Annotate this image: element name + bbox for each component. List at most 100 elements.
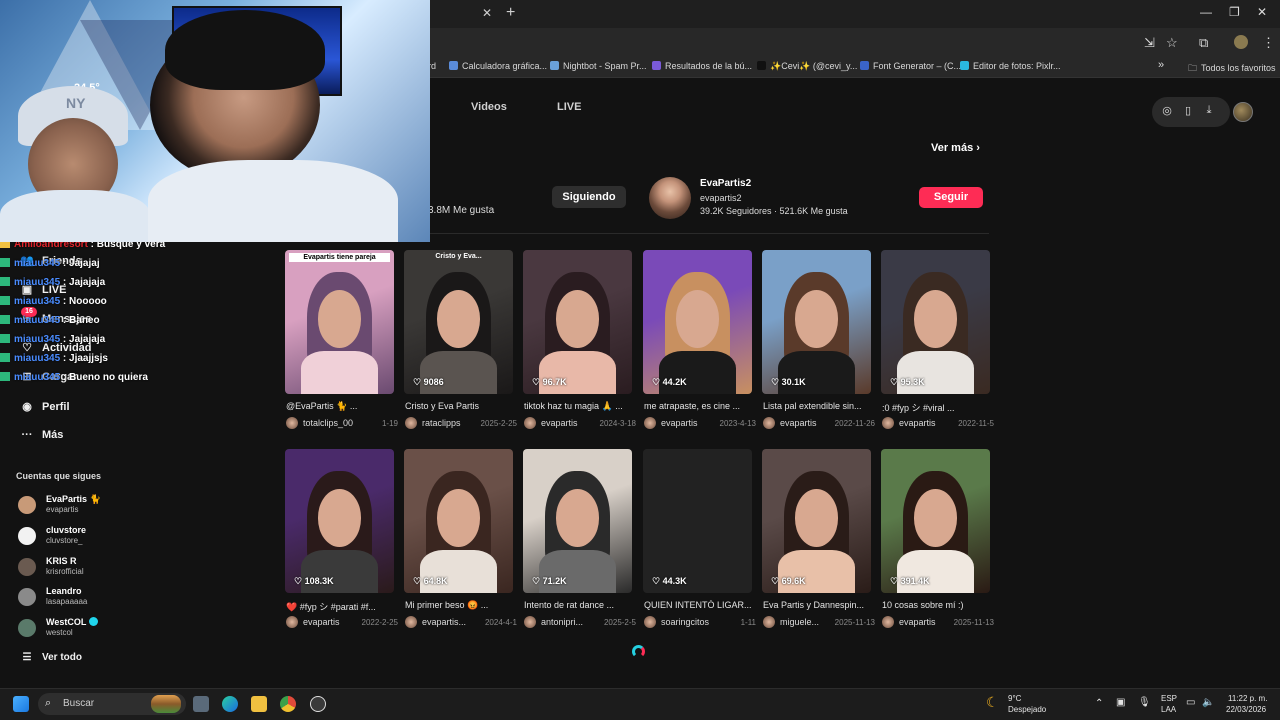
author-avatar[interactable] xyxy=(405,616,417,628)
video-title[interactable]: @EvaPartis 🐈 ... xyxy=(286,401,394,412)
bookmark-item[interactable]: Resultados de la bú... xyxy=(652,61,752,71)
video-title[interactable]: Intento de rat dance ... xyxy=(524,600,632,610)
following-account[interactable]: WestCOL westcol xyxy=(18,617,258,643)
ver-todo-link[interactable]: ☰ Ver todo xyxy=(18,652,83,663)
author-avatar[interactable] xyxy=(882,616,894,628)
chrome-icon[interactable] xyxy=(280,696,296,712)
file-explorer-icon[interactable] xyxy=(251,696,267,712)
all-favorites-button[interactable]: 🗀 Todos los favoritos xyxy=(1188,61,1276,77)
video-title[interactable]: Lista pal extendible sin... xyxy=(763,401,871,411)
tab-close-icon[interactable]: ✕ xyxy=(482,6,492,20)
minimize-icon[interactable]: — xyxy=(1200,5,1212,19)
cast-icon[interactable]: ⇲ xyxy=(1144,35,1155,51)
author-avatar[interactable] xyxy=(644,417,656,429)
sidebar-item-ms[interactable]: ··· Más xyxy=(18,429,64,441)
follow-button[interactable]: Seguir xyxy=(919,187,983,208)
edge-icon[interactable] xyxy=(222,696,238,712)
video-thumbnail[interactable]: ♡ 95.3K xyxy=(881,250,990,394)
video-thumbnail[interactable]: Evapartis tiene pareja xyxy=(285,250,394,394)
video-author[interactable]: evapartis... xyxy=(422,617,466,627)
device-icon[interactable]: ▯ xyxy=(1180,104,1196,120)
video-thumbnail[interactable]: ♡ 64.8K xyxy=(404,449,513,593)
video-title[interactable]: Mi primer beso 😡 ... xyxy=(405,600,513,611)
bookmark-item[interactable]: Nightbot - Spam Pr... xyxy=(550,61,647,71)
video-title[interactable]: ❤️ #fyp シ #parati #f... xyxy=(286,600,394,613)
video-author[interactable]: evapartis xyxy=(899,617,936,627)
task-view-icon[interactable] xyxy=(193,696,209,712)
video-title[interactable]: tiktok haz tu magia 🙏 ... xyxy=(524,401,632,412)
video-author[interactable]: evapartis xyxy=(780,418,817,428)
bookmark-item[interactable]: Font Generator – (C... xyxy=(860,61,961,71)
following-account[interactable]: cluvstore cluvstore_ xyxy=(18,525,258,551)
author-avatar[interactable] xyxy=(405,417,417,429)
following-account[interactable]: KRIS Rkrisrofficial xyxy=(18,556,258,582)
profile-avatar-icon[interactable] xyxy=(1234,35,1248,49)
suggested-name[interactable]: EvaPartis2 xyxy=(700,178,751,189)
bookmark-item[interactable]: Editor de fotos: Pixlr... xyxy=(960,61,1061,71)
weather-temp[interactable]: 9°C xyxy=(1008,694,1021,703)
video-thumbnail[interactable]: ♡ 71.2K xyxy=(523,449,632,593)
compass-icon[interactable]: ◎ xyxy=(1159,104,1175,120)
windows-start-icon[interactable] xyxy=(13,696,29,712)
tray-app-icon[interactable]: ▣ xyxy=(1116,697,1125,708)
video-thumbnail[interactable]: ♡ 69.6K xyxy=(762,449,871,593)
sidebar-item-perfil[interactable]: ◉ Perfil xyxy=(18,400,69,413)
chevron-up-icon[interactable]: ⌃ xyxy=(1095,698,1103,709)
following-button[interactable]: Siguiendo xyxy=(552,186,626,208)
video-author[interactable]: soaringcitos xyxy=(661,617,709,627)
tab-live[interactable]: LIVE xyxy=(557,101,581,113)
video-thumbnail[interactable]: ♡ 108.3K xyxy=(285,449,394,593)
bookmarks-overflow-icon[interactable]: » xyxy=(1158,59,1164,71)
window-close-icon[interactable]: ✕ xyxy=(1257,5,1267,19)
search-highlight-icon[interactable] xyxy=(151,695,181,713)
new-tab-icon[interactable]: + xyxy=(506,4,515,22)
video-author[interactable]: miguele... xyxy=(780,617,819,627)
author-avatar[interactable] xyxy=(524,616,536,628)
video-thumbnail[interactable]: Cristo y Eva... ♡ 9086 xyxy=(404,250,513,394)
video-author[interactable]: evapartis xyxy=(661,418,698,428)
suggested-avatar[interactable] xyxy=(649,177,691,219)
video-author[interactable]: evapartis xyxy=(899,418,936,428)
microphone-icon[interactable]: 🎙 xyxy=(1138,697,1151,708)
video-title[interactable]: QUIEN INTENTÓ LIGAR... xyxy=(644,600,752,610)
extensions-icon[interactable]: ⧉ xyxy=(1199,35,1208,51)
browser-menu-icon[interactable]: ⋮ xyxy=(1262,35,1275,51)
video-author[interactable]: antonipri... xyxy=(541,617,583,627)
video-title[interactable]: me atrapaste, es cine ... xyxy=(644,401,752,411)
ver-mas-link[interactable]: Ver más › xyxy=(931,142,980,154)
video-thumbnail[interactable]: ♡ 44.3K xyxy=(643,449,752,593)
video-author[interactable]: evapartis xyxy=(303,617,340,627)
video-title[interactable]: :0 #fyp シ #viral ... xyxy=(882,401,990,414)
author-avatar[interactable] xyxy=(524,417,536,429)
author-avatar[interactable] xyxy=(763,616,775,628)
video-thumbnail[interactable]: ♡ 44.2K xyxy=(643,250,752,394)
network-icon[interactable]: ▭ xyxy=(1186,697,1195,708)
author-avatar[interactable] xyxy=(882,417,894,429)
bookmark-item[interactable]: ✨Cevi✨ (@cevi_y... xyxy=(757,61,857,72)
bookmark-star-icon[interactable]: ☆ xyxy=(1166,35,1178,51)
video-thumbnail[interactable]: ♡ 96.7K xyxy=(523,250,632,394)
following-account[interactable]: EvaPartis 🐈 evapartis xyxy=(18,494,258,520)
following-account[interactable]: Leandro lasapaaaaa xyxy=(18,586,258,612)
author-avatar[interactable] xyxy=(644,616,656,628)
volume-icon[interactable]: 🔈 xyxy=(1202,697,1214,708)
bookmark-item[interactable]: Calculadora gráfica... xyxy=(449,61,547,71)
video-thumbnail[interactable]: ♡ 391.4K xyxy=(881,449,990,593)
video-author[interactable]: evapartis xyxy=(541,418,578,428)
user-avatar[interactable] xyxy=(1233,102,1253,122)
language-code[interactable]: ESP xyxy=(1161,694,1177,703)
author-avatar[interactable] xyxy=(286,616,298,628)
download-icon[interactable]: ⤓ xyxy=(1201,104,1217,120)
video-title[interactable]: Cristo y Eva Partis xyxy=(405,401,513,411)
tab-videos[interactable]: Videos xyxy=(471,101,507,113)
restore-icon[interactable]: ❐ xyxy=(1229,5,1240,19)
author-avatar[interactable] xyxy=(286,417,298,429)
obs-icon[interactable] xyxy=(310,696,326,712)
video-title[interactable]: 10 cosas sobre mí :) xyxy=(882,600,990,610)
author-avatar[interactable] xyxy=(763,417,775,429)
clock-time[interactable]: 11:22 p. m. xyxy=(1228,694,1267,703)
video-thumbnail[interactable]: ♡ 30.1K xyxy=(762,250,871,394)
video-title[interactable]: Eva Partis y Dannespin... xyxy=(763,600,871,610)
video-author[interactable]: totalclips_00 xyxy=(303,418,353,428)
video-author[interactable]: rataclipps xyxy=(422,418,461,428)
